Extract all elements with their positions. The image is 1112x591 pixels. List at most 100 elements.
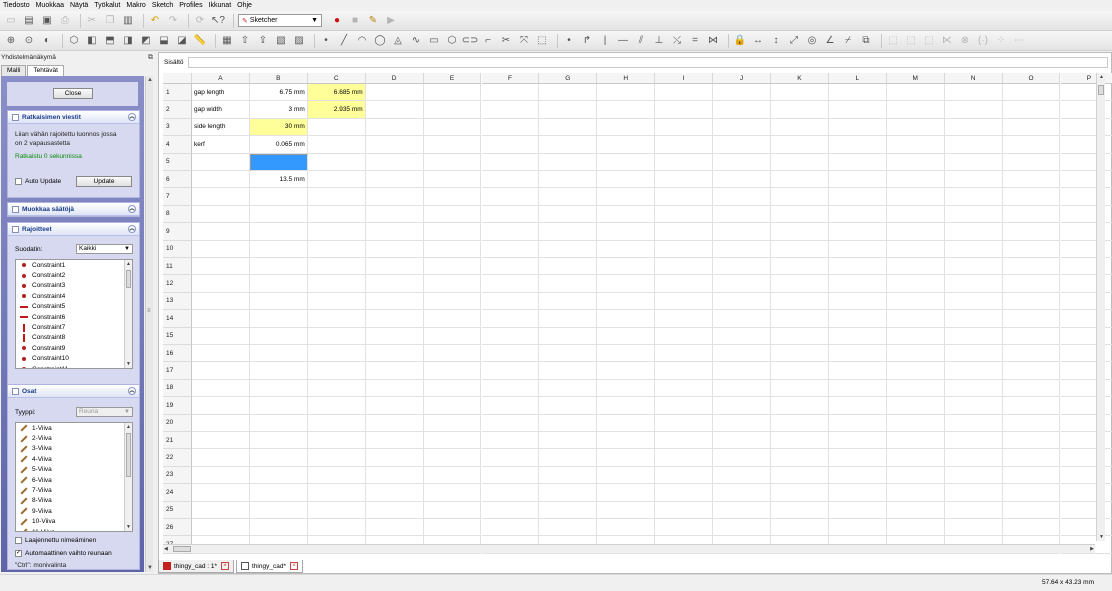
cell-g1[interactable] [539, 84, 598, 102]
cell-c23[interactable] [307, 466, 366, 485]
update-button[interactable]: Update [76, 176, 132, 187]
cell-h2[interactable] [597, 101, 656, 119]
cell-m17[interactable] [886, 362, 945, 380]
cell-o14[interactable] [1002, 310, 1061, 328]
horizontal-icon[interactable]: — [616, 34, 630, 48]
close-icon[interactable]: × [221, 562, 230, 570]
row-header[interactable]: 13 [163, 292, 192, 311]
cell-i12[interactable] [655, 275, 714, 293]
cell-f18[interactable] [481, 379, 540, 398]
row-header[interactable]: 21 [163, 432, 192, 450]
cell-g13[interactable] [539, 292, 598, 311]
select-redundant-icon[interactable]: ⬚ [922, 34, 936, 48]
copy-sketch-icon[interactable]: (·) [976, 34, 990, 48]
whats-this-icon[interactable]: ↖? [211, 14, 225, 28]
cell-n21[interactable] [944, 432, 1003, 450]
column-header[interactable]: D [365, 73, 424, 84]
cell-c15[interactable] [307, 327, 366, 345]
menu-item[interactable]: Profiles [179, 2, 202, 9]
scroll-down-icon[interactable]: ▼ [147, 565, 153, 571]
cell-k16[interactable] [771, 345, 829, 363]
cell-b21[interactable] [249, 432, 308, 450]
cell-h4[interactable] [597, 136, 656, 154]
cell-a22[interactable] [192, 449, 250, 467]
row-header[interactable]: 1 [163, 84, 192, 102]
row-header[interactable]: 23 [163, 466, 192, 485]
cell-f5[interactable] [481, 153, 540, 171]
cell-b25[interactable] [249, 501, 308, 519]
cell-b13[interactable] [249, 292, 308, 311]
cell-l1[interactable] [828, 84, 887, 102]
toggle-driving-icon[interactable]: ⧉ [859, 34, 873, 48]
constraints-scrollbar[interactable]: ▲ ▼ [124, 260, 132, 368]
cell-a26[interactable] [192, 519, 250, 537]
cell-l9[interactable] [828, 223, 887, 241]
cell-h16[interactable] [597, 345, 656, 363]
cell-d6[interactable] [365, 171, 424, 189]
cell-d24[interactable] [365, 484, 424, 502]
print-icon[interactable]: ⎙ [58, 14, 72, 28]
constraint-list-item[interactable]: Constraint3 [16, 281, 132, 291]
cell-l22[interactable] [828, 449, 887, 467]
cell-a23[interactable] [192, 466, 250, 485]
cell-d5[interactable] [365, 153, 424, 171]
cell-g17[interactable] [539, 362, 598, 380]
cell-f13[interactable] [481, 292, 540, 311]
cell-d7[interactable] [365, 188, 424, 206]
cell-c2[interactable]: 2.935 mm [307, 101, 366, 119]
cell-m15[interactable] [886, 327, 945, 345]
cell-m13[interactable] [886, 292, 945, 311]
scroll-down-icon[interactable]: ▼ [1099, 534, 1104, 540]
cell-o9[interactable] [1002, 223, 1061, 241]
cell-e18[interactable] [423, 379, 482, 398]
cell-d23[interactable] [365, 466, 424, 485]
cell-f21[interactable] [481, 432, 540, 450]
cell-k5[interactable] [771, 153, 829, 171]
cell-f12[interactable] [481, 275, 540, 293]
cell-e20[interactable] [423, 414, 482, 432]
cell-k15[interactable] [771, 327, 829, 345]
cell-c3[interactable] [307, 118, 366, 137]
cell-f6[interactable] [481, 171, 540, 189]
collapse-icon[interactable]: ︽ [128, 387, 136, 395]
cell-f7[interactable] [481, 188, 540, 206]
cell-j13[interactable] [713, 292, 771, 311]
cell-g16[interactable] [539, 345, 598, 363]
cell-f15[interactable] [481, 327, 540, 345]
panel-splitter[interactable]: ▲ ≡ ▼ [145, 76, 153, 572]
row-header[interactable]: 15 [163, 327, 192, 345]
cell-g25[interactable] [539, 501, 598, 519]
cell-i14[interactable] [655, 310, 714, 328]
cell-c22[interactable] [307, 449, 366, 467]
cell-g3[interactable] [539, 118, 598, 137]
cell-e10[interactable] [423, 240, 482, 258]
cell-n3[interactable] [944, 118, 1003, 137]
element-list-item[interactable]: 8-Viiva [16, 496, 132, 506]
cell-h6[interactable] [597, 171, 656, 189]
scroll-up-icon[interactable]: ▲ [126, 424, 131, 430]
cell-m25[interactable] [886, 501, 945, 519]
cell-l6[interactable] [828, 171, 887, 189]
cell-k8[interactable] [771, 205, 829, 224]
select-all-icon[interactable]: ⬚ [886, 34, 900, 48]
cell-o20[interactable] [1002, 414, 1061, 432]
sketch-view-icon[interactable]: ⇪ [256, 34, 270, 48]
radius-icon[interactable]: ◎ [805, 34, 819, 48]
cell-h1[interactable] [597, 84, 656, 102]
cell-c19[interactable] [307, 397, 366, 415]
scroll-thumb[interactable] [1098, 85, 1104, 95]
cell-j1[interactable] [713, 84, 771, 102]
cell-c8[interactable] [307, 205, 366, 224]
fit-selection-icon[interactable]: ⊙ [22, 34, 36, 48]
cell-m6[interactable] [886, 171, 945, 189]
tangent-icon[interactable]: ⤯ [670, 34, 684, 48]
cell-b12[interactable] [249, 275, 308, 293]
constraint-list-item[interactable]: Constraint1 [16, 260, 132, 270]
cell-c18[interactable] [307, 379, 366, 398]
cell-j26[interactable] [713, 519, 771, 537]
cell-j3[interactable] [713, 118, 771, 137]
cell-k2[interactable] [771, 101, 829, 119]
cell-f2[interactable] [481, 101, 540, 119]
external-icon[interactable]: ⤧ [517, 34, 531, 48]
cell-n26[interactable] [944, 519, 1003, 537]
